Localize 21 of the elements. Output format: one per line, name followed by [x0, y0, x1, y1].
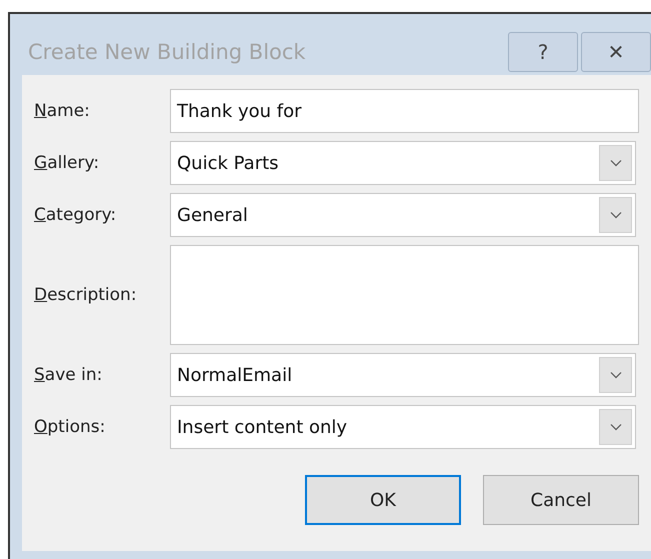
dropdown-field[interactable]: NormalEmail — [170, 353, 636, 397]
dropdown-field[interactable]: General — [170, 193, 636, 237]
close-button[interactable]: ✕ — [581, 32, 651, 72]
field-label: Description: — [34, 285, 138, 305]
dropdown-field[interactable]: Quick Parts — [170, 141, 636, 185]
field-label: Save in: — [34, 365, 104, 385]
ok-button[interactable]: OK — [305, 475, 461, 525]
window-title: Create New Building Block — [28, 40, 306, 64]
chevron-down-icon[interactable] — [599, 145, 632, 181]
help-button[interactable]: ? — [508, 32, 578, 72]
cancel-button[interactable]: Cancel — [483, 475, 639, 525]
field-label: Category: — [34, 205, 118, 225]
chevron-down-icon[interactable] — [599, 409, 632, 445]
text-field[interactable]: Thank you for — [170, 89, 639, 133]
field-label: Gallery: — [34, 153, 100, 173]
field-label: Options: — [34, 417, 106, 437]
text-area[interactable] — [170, 245, 639, 345]
dropdown-field[interactable]: Insert content only — [170, 405, 636, 449]
chevron-down-icon[interactable] — [599, 197, 632, 233]
chevron-down-icon[interactable] — [599, 357, 632, 393]
field-label: Name: — [34, 101, 91, 121]
